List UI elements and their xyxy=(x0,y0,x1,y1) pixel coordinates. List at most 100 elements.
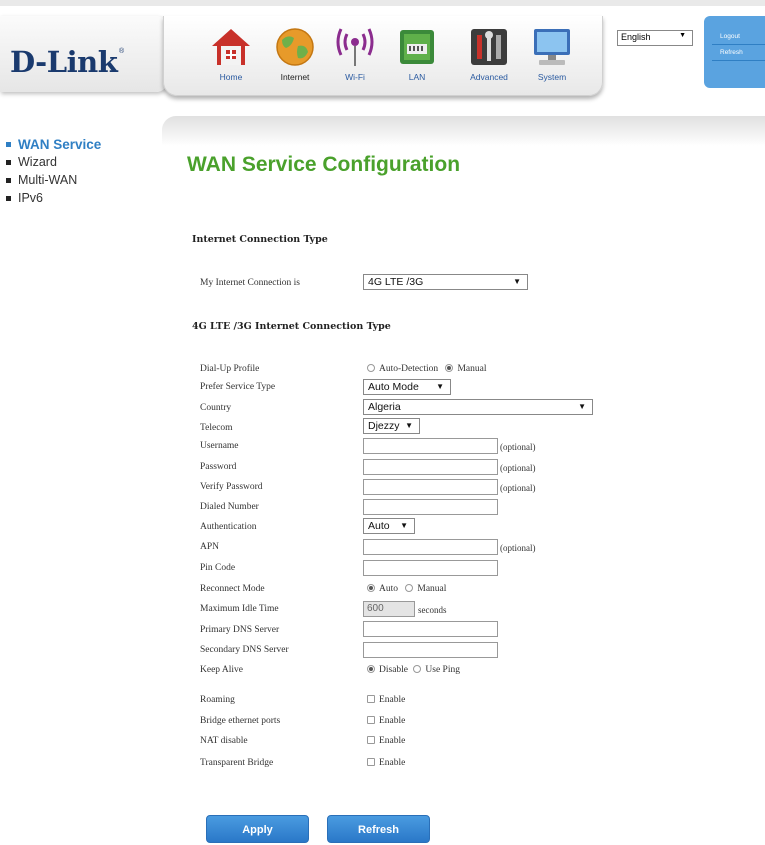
service-type-label: Prefer Service Type xyxy=(200,382,276,392)
lan-port-icon xyxy=(400,30,434,64)
language-value: English xyxy=(621,32,651,42)
nat-disable-checkbox[interactable] xyxy=(367,736,375,744)
nav-system[interactable]: System xyxy=(519,20,585,90)
sidebar-item-ipv6[interactable]: IPv6 xyxy=(6,191,101,209)
nav-advanced[interactable]: Advanced xyxy=(456,20,522,90)
reconnect-radio-group: Auto Manual xyxy=(367,584,446,594)
primary-dns-label: Primary DNS Server xyxy=(200,625,280,635)
authentication-value: Auto xyxy=(368,520,390,532)
roaming-checkbox[interactable] xyxy=(367,695,375,703)
page-title: WAN Service Configuration xyxy=(187,153,461,176)
nav-internet-label: Internet xyxy=(280,72,310,82)
reconnect-manual-label: Manual xyxy=(417,584,447,594)
keep-alive-ping-radio[interactable] xyxy=(413,665,422,673)
dialed-number-input[interactable] xyxy=(363,499,498,515)
apply-button[interactable]: Apply xyxy=(206,815,309,843)
primary-dns-input[interactable] xyxy=(363,621,498,637)
sidebar-item-wizard[interactable]: Wizard xyxy=(6,155,101,173)
secondary-dns-label: Secondary DNS Server xyxy=(200,645,289,655)
dialup-auto-radio[interactable] xyxy=(367,364,375,372)
nav-home-label: Home xyxy=(219,72,243,82)
bullet-icon xyxy=(6,142,11,147)
username-input[interactable] xyxy=(363,438,498,454)
main-nav-bar: Home Internet Wi-Fi LAN Advanced System xyxy=(163,16,603,96)
chevron-down-icon: ▼ xyxy=(405,421,413,430)
chevron-down-icon: ▼ xyxy=(436,382,444,391)
nav-internet[interactable]: Internet xyxy=(262,20,328,90)
nat-disable-enable-label: Enable xyxy=(379,736,406,746)
sidebar-item-wan-service[interactable]: WAN Service xyxy=(6,137,101,155)
password-input[interactable] xyxy=(363,459,498,475)
keep-alive-label: Keep Alive xyxy=(200,665,244,675)
country-label: Country xyxy=(200,403,232,413)
service-type-value: Auto Mode xyxy=(368,381,419,393)
reconnect-mode-label: Reconnect Mode xyxy=(200,584,265,594)
dialup-manual-radio[interactable] xyxy=(445,364,454,372)
telecom-value: Djezzy xyxy=(368,420,400,432)
reconnect-auto-label: Auto xyxy=(379,584,398,594)
roaming-option: Enable xyxy=(367,695,405,705)
verify-password-input[interactable] xyxy=(363,479,498,495)
reconnect-manual-radio[interactable] xyxy=(405,584,414,592)
chevron-down-icon: ▼ xyxy=(513,277,521,286)
secondary-dns-input[interactable] xyxy=(363,642,498,658)
transparent-bridge-enable-label: Enable xyxy=(379,758,406,768)
refresh-link[interactable]: Refresh xyxy=(720,49,743,56)
telecom-label: Telecom xyxy=(200,423,233,433)
nav-wifi[interactable]: Wi-Fi xyxy=(322,20,388,90)
chevron-down-icon: ▼ xyxy=(679,32,686,39)
reconnect-auto-radio[interactable] xyxy=(367,584,375,592)
bullet-icon xyxy=(6,160,11,165)
language-select[interactable]: English ▼ xyxy=(617,30,693,46)
sidebar-item-label: IPv6 xyxy=(18,191,44,205)
optional-hint: (optional) xyxy=(500,483,536,493)
nav-lan-label: LAN xyxy=(408,72,426,82)
sidebar-item-label: WAN Service xyxy=(18,137,102,152)
account-panel: Logout Refresh xyxy=(704,16,765,88)
nav-home[interactable]: Home xyxy=(198,20,264,90)
dialup-auto-label: Auto-Detection xyxy=(379,364,439,374)
tools-icon xyxy=(471,29,507,65)
logo-panel: D-Link ® xyxy=(0,16,168,92)
apn-label: APN xyxy=(200,542,220,552)
logout-link[interactable]: Logout xyxy=(720,33,740,40)
country-select[interactable]: Algeria ▼ xyxy=(363,399,593,415)
section-heading-4g: 4G LTE /3G Internet Connection Type xyxy=(192,321,391,332)
dialup-manual-label: Manual xyxy=(457,364,487,374)
telecom-select[interactable]: Djezzy ▼ xyxy=(363,418,420,434)
keep-alive-disable-label: Disable xyxy=(379,665,409,675)
sidebar-item-label: Wizard xyxy=(18,155,57,169)
roaming-enable-label: Enable xyxy=(379,695,406,705)
username-label: Username xyxy=(200,441,239,451)
bridge-ports-checkbox[interactable] xyxy=(367,716,375,724)
sidebar-menu: WAN Service Wizard Multi-WAN IPv6 xyxy=(6,137,101,209)
refresh-button[interactable]: Refresh xyxy=(327,815,430,843)
home-icon xyxy=(212,29,250,65)
idle-time-input[interactable]: 600 xyxy=(363,601,415,617)
dialup-radio-group: Auto-Detection Manual xyxy=(367,364,487,374)
dialup-label: Dial-Up Profile xyxy=(200,364,260,374)
nav-lan[interactable]: LAN xyxy=(384,20,450,90)
keep-alive-disable-radio[interactable] xyxy=(367,665,375,673)
globe-icon xyxy=(276,28,314,66)
transparent-bridge-checkbox[interactable] xyxy=(367,758,375,766)
keep-alive-radio-group: Disable Use Ping xyxy=(367,665,460,675)
nav-system-label: System xyxy=(537,72,567,82)
password-label: Password xyxy=(200,462,237,472)
bridge-ports-label: Bridge ethernet ports xyxy=(200,716,281,726)
authentication-select[interactable]: Auto ▼ xyxy=(363,518,415,534)
top-strip xyxy=(0,0,765,6)
nat-disable-label: NAT disable xyxy=(200,736,248,746)
chevron-down-icon: ▼ xyxy=(578,402,586,411)
wifi-icon xyxy=(336,28,374,66)
sidebar-item-multi-wan[interactable]: Multi-WAN xyxy=(6,173,101,191)
panel-divider xyxy=(712,60,765,61)
service-type-select[interactable]: Auto Mode ▼ xyxy=(363,379,451,395)
pin-code-input[interactable] xyxy=(363,560,498,576)
transparent-bridge-option: Enable xyxy=(367,758,405,768)
connection-type-select[interactable]: 4G LTE /3G ▼ xyxy=(363,274,528,290)
dialed-number-label: Dialed Number xyxy=(200,502,259,512)
apn-input[interactable] xyxy=(363,539,498,555)
idle-time-label: Maximum Idle Time xyxy=(200,604,279,614)
idle-time-unit: seconds xyxy=(418,605,447,615)
